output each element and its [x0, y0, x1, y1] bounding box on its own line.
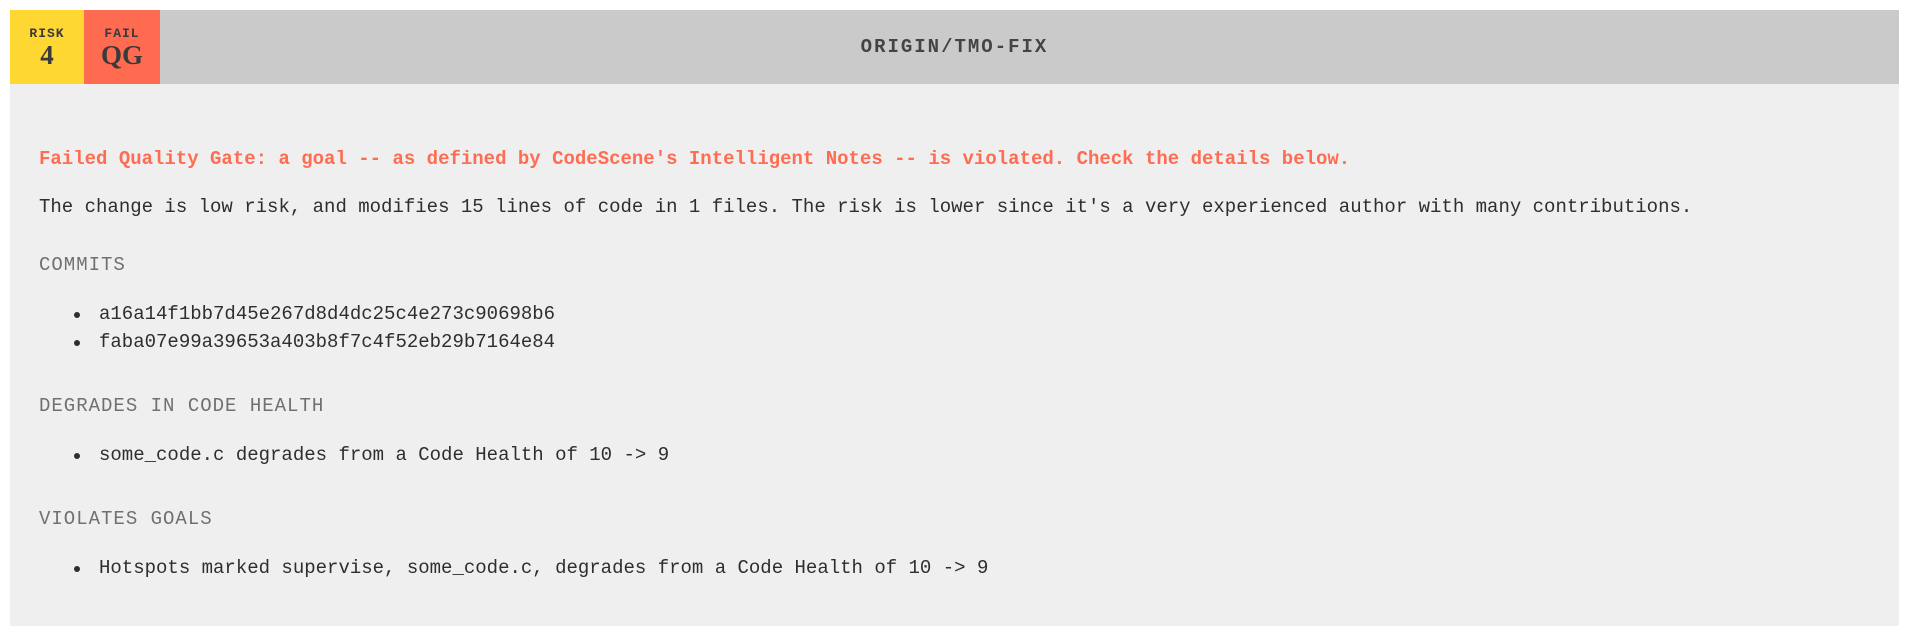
- commit-item: a16a14f1bb7d45e267d8d4dc25c4e273c90698b6: [73, 300, 555, 328]
- risk-badge: RISK 4: [10, 10, 84, 84]
- quality-gate-badge-value: QG: [100, 40, 143, 70]
- commits-list: a16a14f1bb7d45e267d8d4dc25c4e273c90698b6…: [39, 300, 555, 356]
- quality-gate-badge: FAIL QG: [84, 10, 160, 84]
- violates-list: Hotspots marked supervise, some_code.c, …: [39, 554, 988, 582]
- degrades-heading: DEGRADES IN CODE HEALTH: [39, 395, 325, 417]
- panel-header: RISK 4 FAIL QG ORIGIN/TMO-FIX: [10, 10, 1899, 84]
- risk-badge-value: 4: [40, 40, 54, 70]
- review-panel: RISK 4 FAIL QG ORIGIN/TMO-FIX Failed Qua…: [10, 10, 1899, 626]
- degrades-list: some_code.c degrades from a Code Health …: [39, 441, 669, 469]
- risk-summary: The change is low risk, and modifies 15 …: [39, 196, 1693, 218]
- quality-gate-badge-label: FAIL: [104, 26, 140, 41]
- commits-heading: COMMITS: [39, 254, 126, 276]
- risk-badge-label: RISK: [29, 26, 65, 41]
- violation-item: Hotspots marked supervise, some_code.c, …: [73, 554, 988, 582]
- commit-item: faba07e99a39653a403b8f7c4f52eb29b7164e84: [73, 328, 555, 356]
- branch-title: ORIGIN/TMO-FIX: [860, 36, 1049, 58]
- quality-gate-warning: Failed Quality Gate: a goal -- as define…: [39, 148, 1351, 170]
- violates-heading: VIOLATES GOALS: [39, 508, 213, 530]
- degrade-item: some_code.c degrades from a Code Health …: [73, 441, 669, 469]
